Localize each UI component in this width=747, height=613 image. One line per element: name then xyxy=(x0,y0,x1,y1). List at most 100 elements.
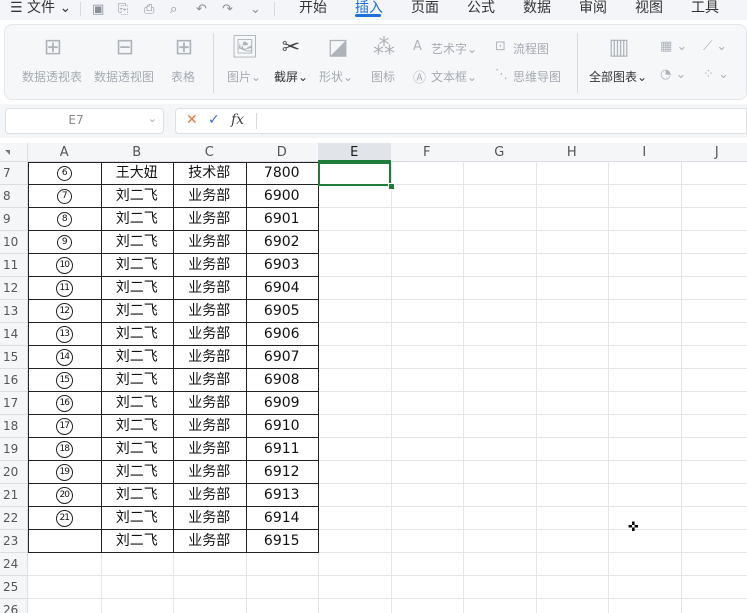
cell-c[interactable]: 业务部 xyxy=(173,277,246,300)
picture-button[interactable]: 🖼 图片⌄ xyxy=(225,35,265,91)
all-charts-button[interactable]: ▥ 全部图表⌄ xyxy=(587,35,651,91)
row-header[interactable]: 10 xyxy=(0,231,28,254)
cell-c[interactable]: 业务部 xyxy=(173,185,246,208)
cell-a[interactable]: 19 xyxy=(28,461,101,484)
cell-c[interactable]: 业务部 xyxy=(173,323,246,346)
column-header-g[interactable]: G xyxy=(463,143,537,162)
line-chart-icon[interactable]: ⟋ ⌄ xyxy=(703,39,727,54)
cell-c[interactable]: 业务部 xyxy=(173,392,246,415)
cell-b[interactable]: 刘二飞 xyxy=(101,185,174,208)
fill-handle[interactable] xyxy=(388,183,395,190)
cancel-icon[interactable]: ✕ xyxy=(186,112,198,128)
cell-a[interactable]: 16 xyxy=(28,392,101,415)
cell-a[interactable]: 21 xyxy=(28,507,101,530)
confirm-icon[interactable]: ✓ xyxy=(208,112,220,128)
cell-a[interactable]: 12 xyxy=(28,300,101,323)
cell-d[interactable]: 6915 xyxy=(246,530,319,553)
tab-review[interactable]: 审阅 xyxy=(579,0,607,20)
cell-a[interactable]: 14 xyxy=(28,346,101,369)
column-header-a[interactable]: A xyxy=(28,143,102,162)
name-box[interactable]: E7 ⌄ xyxy=(5,108,164,134)
cell-a[interactable]: 18 xyxy=(28,438,101,461)
tab-view[interactable]: 视图 xyxy=(635,0,663,20)
spreadsheet-grid[interactable]: A B C D E F G H I J 7 6 王大妞 技术部 7800 8 7 刘二飞 业务部 6900 9 8 刘二飞业… xyxy=(0,143,747,613)
cell-c[interactable]: 技术部 xyxy=(173,162,246,185)
cell-b[interactable]: 刘二飞 xyxy=(101,438,174,461)
cell-c[interactable]: 业务部 xyxy=(173,507,246,530)
cell-d[interactable]: 6904 xyxy=(246,277,319,300)
cell-a[interactable]: 8 xyxy=(28,208,101,231)
tab-insert[interactable]: 插入 xyxy=(355,0,383,20)
column-header-j[interactable]: J xyxy=(680,143,747,162)
cell-c[interactable]: 业务部 xyxy=(173,484,246,507)
cell-a[interactable]: 6 xyxy=(28,162,101,185)
cell-d[interactable]: 6909 xyxy=(246,392,319,415)
cell-d[interactable]: 6900 xyxy=(246,185,319,208)
row-header[interactable]: 11 xyxy=(0,254,28,277)
shape-button[interactable]: ◪ 形状⌄ xyxy=(317,35,359,91)
column-header-d[interactable]: D xyxy=(245,143,319,162)
cell-d[interactable]: 6908 xyxy=(246,369,319,392)
textbox-button[interactable]: Ⓐ 文本框⌄ xyxy=(411,65,485,87)
cell-d[interactable]: 6914 xyxy=(246,507,319,530)
print-icon[interactable]: ⎙ xyxy=(144,2,154,17)
cell-b[interactable]: 刘二飞 xyxy=(101,300,174,323)
cell-b[interactable]: 刘二飞 xyxy=(101,461,174,484)
pie-chart-icon[interactable]: ◔ ⌄ xyxy=(660,67,686,82)
cell-d[interactable]: 6912 xyxy=(246,461,319,484)
cell-d[interactable]: 6907 xyxy=(246,346,319,369)
screenshot-button[interactable]: ✂ 截屏⌄ xyxy=(271,35,311,91)
row-header[interactable]: 7 xyxy=(0,162,28,185)
cell-c[interactable]: 业务部 xyxy=(173,346,246,369)
row-header[interactable]: 17 xyxy=(0,392,28,415)
selected-cell-e7[interactable] xyxy=(318,162,391,186)
redo-icon[interactable]: ↷ xyxy=(222,2,233,17)
cell-a[interactable]: 7 xyxy=(28,185,101,208)
cell-d[interactable]: 6901 xyxy=(246,208,319,231)
row-header[interactable]: 8 xyxy=(0,185,28,208)
cell-b[interactable]: 刘二飞 xyxy=(101,415,174,438)
row-header[interactable]: 25 xyxy=(0,576,28,599)
tab-data[interactable]: 数据 xyxy=(523,0,551,20)
cell-b[interactable]: 刘二飞 xyxy=(101,346,174,369)
pivot-table-button[interactable]: ⊞ 数据透视表 xyxy=(19,35,87,91)
row-header[interactable]: 9 xyxy=(0,208,28,231)
row-header[interactable]: 24 xyxy=(0,553,28,576)
cell-d[interactable]: 6910 xyxy=(246,415,319,438)
cell-c[interactable]: 业务部 xyxy=(173,300,246,323)
wordart-button[interactable]: A 艺术字⌄ xyxy=(411,37,485,59)
row-header[interactable]: 18 xyxy=(0,415,28,438)
cell-b[interactable]: 刘二飞 xyxy=(101,208,174,231)
cell-c[interactable]: 业务部 xyxy=(173,530,246,553)
cell-d[interactable]: 6903 xyxy=(246,254,319,277)
function-icon[interactable]: fx xyxy=(231,112,244,128)
row-header[interactable]: 16 xyxy=(0,369,28,392)
column-header-i[interactable]: I xyxy=(608,143,682,162)
cell-b[interactable]: 刘二飞 xyxy=(101,484,174,507)
cell-b[interactable]: 刘二飞 xyxy=(101,323,174,346)
cell-c[interactable]: 业务部 xyxy=(173,415,246,438)
chevron-down-icon[interactable]: ⌄ xyxy=(250,2,261,17)
cell-d[interactable]: 6911 xyxy=(246,438,319,461)
row-header[interactable]: 26 xyxy=(0,599,28,613)
formula-input[interactable]: ✕ ✓ fx xyxy=(175,108,747,134)
mindmap-button[interactable]: ⋱ 思维导图 xyxy=(493,65,571,87)
row-header[interactable]: 20 xyxy=(0,461,28,484)
cell-b[interactable]: 王大妞 xyxy=(101,162,174,185)
cell-c[interactable]: 业务部 xyxy=(173,438,246,461)
undo-icon[interactable]: ↶ xyxy=(196,2,207,17)
tab-formula[interactable]: 公式 xyxy=(467,0,495,20)
cell-c[interactable]: 业务部 xyxy=(173,208,246,231)
row-header[interactable]: 22 xyxy=(0,507,28,530)
save-icon[interactable]: ▣ xyxy=(92,2,104,17)
cell-a[interactable]: 17 xyxy=(28,415,101,438)
row-header[interactable]: 15 xyxy=(0,346,28,369)
cell-c[interactable]: 业务部 xyxy=(173,231,246,254)
flowchart-button[interactable]: ⊡ 流程图 xyxy=(493,37,563,59)
row-header[interactable]: 23 xyxy=(0,530,28,553)
cell-c[interactable]: 业务部 xyxy=(173,254,246,277)
cell-a[interactable]: 20 xyxy=(28,484,101,507)
cell-d[interactable]: 6905 xyxy=(246,300,319,323)
file-menu[interactable]: ☰ 文件 ⌄ xyxy=(10,0,71,20)
cell-c[interactable]: 业务部 xyxy=(173,461,246,484)
